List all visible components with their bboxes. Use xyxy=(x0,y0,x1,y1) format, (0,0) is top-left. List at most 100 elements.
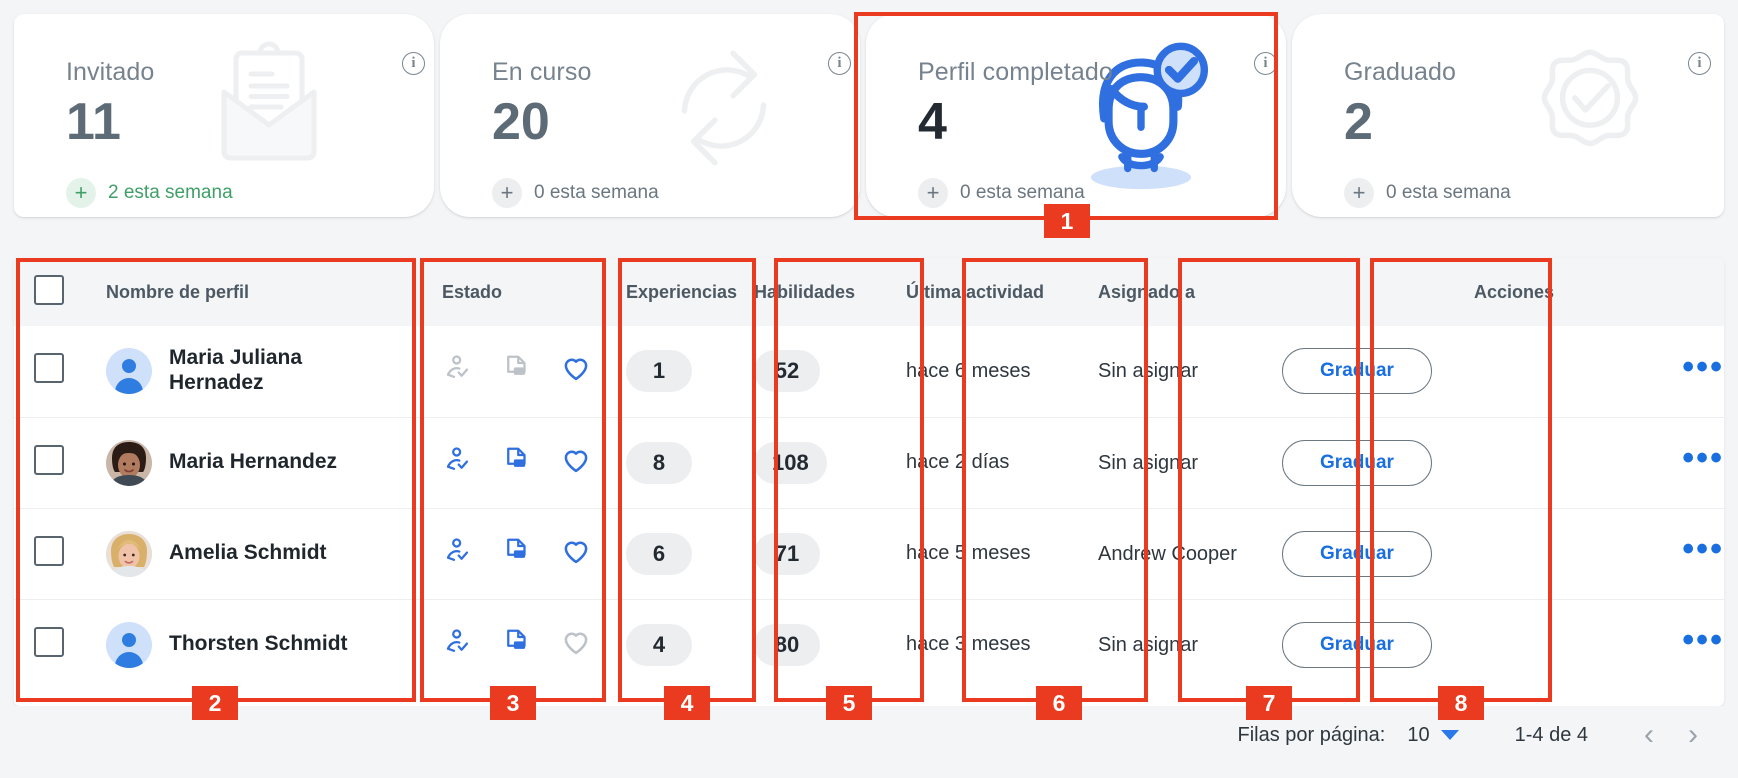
plus-icon: + xyxy=(66,178,96,208)
kpi-value: 11 xyxy=(66,93,121,151)
header-nombre-de-perfil[interactable]: Nombre de perfil xyxy=(86,258,422,326)
asignado-a-cell: Sin asignar xyxy=(1078,598,1262,690)
cv-document-icon[interactable]: CV xyxy=(502,445,532,481)
more-actions-icon[interactable]: ••• xyxy=(1682,530,1724,568)
kpi-delta: + 0 esta semana xyxy=(1344,178,1511,208)
table-row[interactable]: Maria Juliana Hernadez CV 1 52 hace 6 me… xyxy=(14,326,1724,417)
table-row[interactable]: Thorsten Schmidt CV 4 80 hace 3 meses Si… xyxy=(14,598,1724,690)
asignado-a-value: Sin asignar xyxy=(1098,360,1199,383)
header-experiencias[interactable]: Experiencias xyxy=(606,258,737,326)
row-select-cell xyxy=(14,326,86,417)
plus-icon: + xyxy=(492,178,522,208)
plus-icon: + xyxy=(918,178,948,208)
header-habilidades[interactable]: Habilidades xyxy=(734,258,886,326)
pagination-arrows: ‹ › xyxy=(1644,720,1698,750)
graduar-cell: Graduar xyxy=(1262,598,1454,690)
avatar xyxy=(106,530,152,577)
header-asignado-a[interactable]: Asignado a xyxy=(1078,258,1262,326)
next-page-button[interactable]: › xyxy=(1688,720,1698,750)
rows-per-page-select[interactable]: 10 xyxy=(1407,723,1459,747)
acciones-cell: ••• xyxy=(1454,416,1724,508)
svg-text:CV: CV xyxy=(516,461,524,467)
kpi-value: 20 xyxy=(492,93,550,151)
table-row[interactable]: Maria Hernandez CV 8 108 hace 2 días Sin… xyxy=(14,416,1724,508)
more-actions-icon[interactable]: ••• xyxy=(1682,348,1724,386)
row-select-cell xyxy=(14,416,86,508)
estado-cell: CV xyxy=(422,326,606,417)
profile-name[interactable]: Thorsten Schmidt xyxy=(169,632,348,657)
experiencias-count: 1 xyxy=(626,350,692,393)
row-checkbox[interactable] xyxy=(34,444,64,475)
asignado-a-cell: Sin asignar xyxy=(1078,416,1262,508)
kpi-delta: + 2 esta semana xyxy=(66,178,233,208)
app-root: Invitado 11 + 2 esta semana i En curso 2… xyxy=(0,0,1738,778)
profile-name-cell: Amelia Schmidt xyxy=(86,507,422,599)
svg-text:CV: CV xyxy=(516,552,524,558)
cv-document-icon[interactable]: CV xyxy=(502,353,532,389)
annotation-label-2: 2 xyxy=(192,686,238,720)
estado-cell: CV xyxy=(422,416,606,508)
profile-name[interactable]: Amelia Schmidt xyxy=(169,541,327,566)
acciones-cell: ••• xyxy=(1454,326,1724,417)
info-icon[interactable]: i xyxy=(828,52,851,75)
ultima-actividad-value: hace 2 días xyxy=(906,451,1010,473)
cv-document-icon[interactable]: CV xyxy=(502,536,532,572)
row-checkbox[interactable] xyxy=(34,626,64,657)
asignado-a-cell: Sin asignar xyxy=(1078,326,1262,417)
asignado-a-cell: Andrew Cooper xyxy=(1078,507,1262,599)
favorite-heart-icon[interactable] xyxy=(560,535,592,573)
table-header-row: Nombre de perfil Estado Experiencias Hab… xyxy=(14,258,1724,326)
rows-per-page-value: 10 xyxy=(1407,723,1430,746)
annotation-label-8: 8 xyxy=(1438,686,1484,720)
cv-document-icon[interactable]: CV xyxy=(502,627,532,663)
kpi-card-perfil-completado[interactable]: Perfil completado 4 + 0 esta semana i xyxy=(866,14,1286,217)
estado-cell: CV xyxy=(422,507,606,599)
graduar-button[interactable]: Graduar xyxy=(1282,439,1432,486)
row-checkbox[interactable] xyxy=(34,535,64,566)
kpi-card-en-curso[interactable]: En curso 20 + 0 esta semana i xyxy=(440,14,860,217)
more-actions-icon[interactable]: ••• xyxy=(1682,439,1724,477)
info-icon[interactable]: i xyxy=(1254,52,1277,75)
rosette-check-icon xyxy=(1514,34,1666,191)
annotation-label-5: 5 xyxy=(826,686,872,720)
kpi-card-invitado[interactable]: Invitado 11 + 2 esta semana i xyxy=(14,14,434,217)
kpi-card-graduado[interactable]: Graduado 2 + 0 esta semana i xyxy=(1292,14,1724,217)
favorite-heart-icon[interactable] xyxy=(560,626,592,664)
more-actions-icon[interactable]: ••• xyxy=(1682,621,1724,659)
avatar xyxy=(106,439,152,486)
profile-complete-icon[interactable] xyxy=(442,535,474,573)
profile-complete-icon[interactable] xyxy=(442,626,474,664)
previous-page-button[interactable]: ‹ xyxy=(1644,720,1654,750)
info-icon[interactable]: i xyxy=(402,52,425,75)
profiles-table: Nombre de perfil Estado Experiencias Hab… xyxy=(14,258,1724,690)
habilidades-cell: 108 xyxy=(734,416,886,508)
row-select-cell xyxy=(14,507,86,599)
header-acciones: Acciones xyxy=(1454,258,1724,326)
habilidades-count: 80 xyxy=(754,623,820,666)
graduar-button[interactable]: Graduar xyxy=(1282,348,1432,395)
habilidades-cell: 71 xyxy=(734,507,886,599)
favorite-heart-icon[interactable] xyxy=(560,444,592,482)
select-all-header xyxy=(14,258,86,326)
experiencias-count: 6 xyxy=(626,532,692,575)
experiencias-count: 4 xyxy=(626,623,692,666)
favorite-heart-icon[interactable] xyxy=(560,352,592,390)
kpi-value: 2 xyxy=(1344,93,1373,151)
row-select-cell xyxy=(14,598,86,690)
row-checkbox[interactable] xyxy=(34,353,64,384)
graduar-button[interactable]: Graduar xyxy=(1282,621,1432,668)
header-estado[interactable]: Estado xyxy=(422,258,606,326)
profile-name[interactable]: Maria Juliana Hernadez xyxy=(169,346,355,396)
annotation-label-6: 6 xyxy=(1036,686,1082,720)
profile-complete-icon[interactable] xyxy=(442,444,474,482)
graduar-button[interactable]: Graduar xyxy=(1282,530,1432,577)
profile-name[interactable]: Maria Hernandez xyxy=(169,450,337,475)
estado-cell: CV xyxy=(422,598,606,690)
graduar-cell: Graduar xyxy=(1262,507,1454,599)
ultima-actividad-cell: hace 5 meses xyxy=(886,507,1078,599)
info-icon[interactable]: i xyxy=(1688,52,1711,75)
select-all-checkbox[interactable] xyxy=(34,274,64,305)
profile-complete-icon[interactable] xyxy=(442,352,474,390)
header-ultima-actividad[interactable]: Última actividad xyxy=(886,258,1078,326)
table-row[interactable]: Amelia Schmidt CV 6 71 hace 5 meses Andr… xyxy=(14,507,1724,599)
